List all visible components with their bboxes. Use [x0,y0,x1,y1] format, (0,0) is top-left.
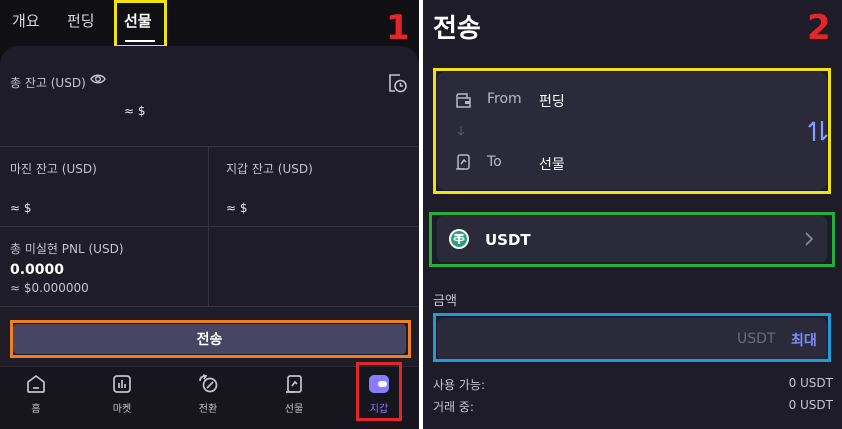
nav-home[interactable]: 홈 [6,373,66,415]
available-row: 사용 가능: 0 USDT [433,376,833,393]
margin-balance-value: ≈ $ [10,201,32,215]
wallet-balance-value: ≈ $ [226,201,248,215]
amount-unit: USDT [737,331,776,347]
available-value: 0 USDT [788,376,833,390]
in-order-row: 거래 중: 0 USDT [433,398,833,415]
eye-icon[interactable] [90,72,106,86]
market-chart-icon [113,375,131,393]
transfer-screen: 전송 2 From 펀딩 To 선물 USDT 금액 USDT 최대 사용 가능… [423,0,842,429]
transfer-button[interactable]: 전송 [13,324,406,354]
arrow-down-icon [457,126,465,136]
in-order-value: 0 USDT [788,398,833,412]
nav-futures[interactable]: 선물 [264,373,324,415]
available-label: 사용 가능: [433,378,486,392]
bottom-navigation: 홈 마켓 전환 선물 지갑 [0,366,419,429]
page-title: 전송 [433,14,481,44]
wallet-icon [456,93,471,108]
swap-icon[interactable] [807,119,829,143]
tab-overview[interactable]: 개요 [12,10,40,31]
nav-label: 마켓 [112,404,132,415]
nav-label: 지갑 [369,404,389,415]
divider [0,226,419,227]
max-button[interactable]: 최대 [791,330,817,350]
unrealized-pnl-approx: ≈ $0.000000 [10,281,89,295]
futures-icon [456,154,470,170]
nav-label: 홈 [31,404,41,415]
unrealized-pnl-label: 총 미실현 PNL (USD) [10,242,124,256]
balance-card: 총 잔고 (USD) ≈ $ 마진 잔고 (USD) ≈ $ 지갑 잔고 (US… [0,46,419,366]
in-order-label: 거래 중: [433,400,474,414]
margin-balance-label: 마진 잔고 (USD) [10,162,97,176]
nav-label: 전환 [198,404,218,415]
usdt-icon [449,229,469,249]
chevron-right-icon [805,232,814,246]
history-icon[interactable] [386,72,408,94]
from-label: From [487,91,522,107]
unrealized-pnl-value: 0.0000 [10,262,65,278]
wallet-balance-label: 지갑 잔고 (USD) [226,162,313,176]
tab-futures[interactable]: 선물 [124,10,152,31]
from-account-value[interactable]: 펀딩 [539,91,565,111]
nav-wallet[interactable]: 지갑 [349,373,409,415]
step-number-2: 2 [807,8,831,48]
convert-icon [199,374,218,393]
total-balance-value: ≈ $ [124,104,146,118]
nav-market[interactable]: 마켓 [92,373,152,415]
step-number-1: 1 [386,8,410,48]
tab-funding[interactable]: 펀딩 [67,10,95,31]
to-label: To [487,154,502,170]
nav-label: 선물 [284,404,304,415]
to-account-value[interactable]: 선물 [539,154,565,174]
amount-input[interactable]: USDT 최대 [437,318,827,360]
coin-name: USDT [485,231,531,249]
coin-selector[interactable]: USDT [437,216,827,262]
futures-icon [286,375,302,393]
divider [0,146,419,147]
total-balance-label: 총 잔고 (USD) [10,76,86,90]
wallet-icon [369,375,389,393]
wallet-tabs: 개요 펀딩 선물 [0,0,419,46]
futures-wallet-screen: 개요 펀딩 선물 1 총 잔고 (USD) ≈ $ 마진 잔고 (USD) ≈ … [0,0,419,429]
divider [0,306,419,307]
amount-label: 금액 [433,294,457,309]
nav-convert[interactable]: 전환 [178,373,238,415]
from-to-selector: From 펀딩 To 선물 [437,72,829,190]
active-tab-indicator [125,40,155,42]
home-icon [27,374,45,393]
